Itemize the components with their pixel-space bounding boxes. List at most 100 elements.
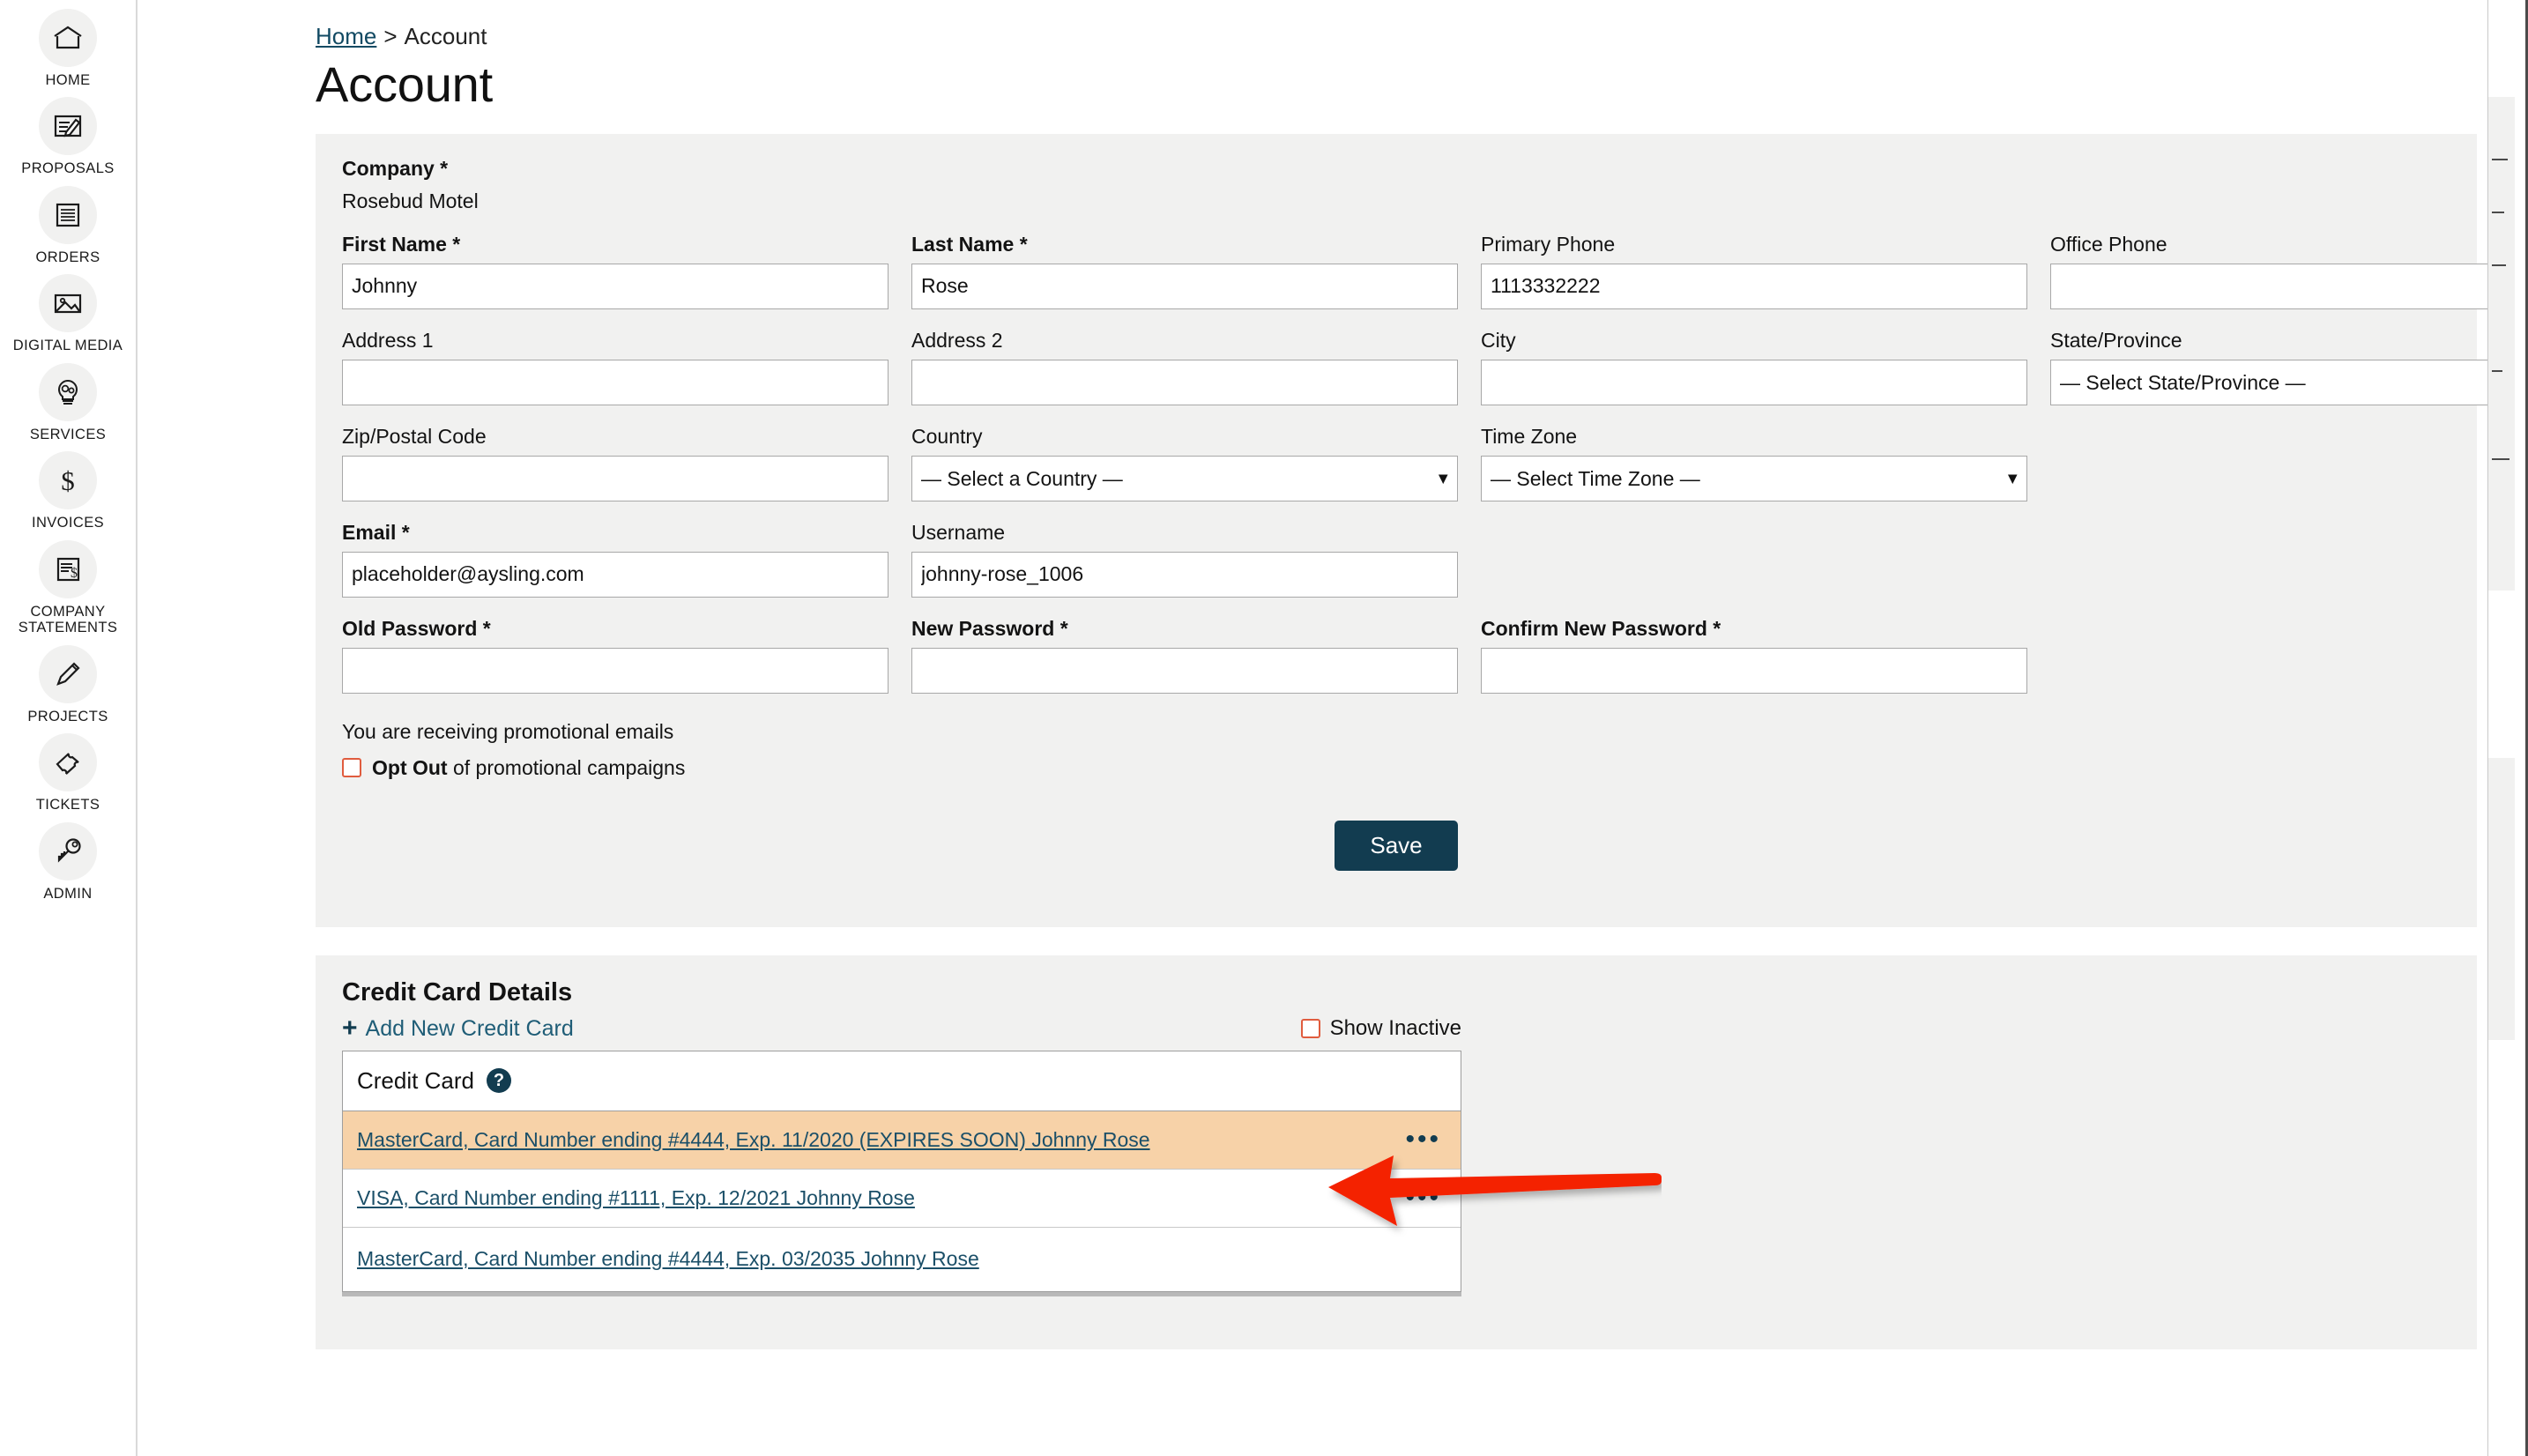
city-input[interactable] <box>1481 359 2027 405</box>
address2-label: Address 2 <box>911 328 1003 352</box>
show-inactive-toggle[interactable]: Show Inactive <box>1300 1016 1461 1041</box>
sidebar-item-label: PROJECTS <box>27 708 108 724</box>
save-row: Save <box>342 820 2450 871</box>
image-icon <box>39 274 97 333</box>
ellipsis-icon[interactable]: ••• <box>1405 1126 1441 1153</box>
form-row-name-phone: First Name * Last Name * Primary Phone O… <box>342 233 2528 309</box>
page-minimap-strip[interactable] <box>2487 0 2528 1456</box>
promo-status-text: You are receiving promotional emails <box>342 719 674 743</box>
table-row[interactable]: VISA, Card Number ending #1111, Exp. 12/… <box>343 1169 1461 1228</box>
minimap-line <box>2492 264 2506 266</box>
credit-card-section-title: Credit Card Details <box>342 977 573 1007</box>
zip-label: Zip/Postal Code <box>342 424 487 448</box>
sidebar-item-label: DIGITAL MEDIA <box>12 338 123 354</box>
minimap-line <box>2492 370 2502 372</box>
credit-card-details-panel: Credit Card Details + Add New Credit Car… <box>316 955 2477 1349</box>
minimap-block <box>2488 758 2515 1040</box>
sidebar-item-company-statements[interactable]: $ COMPANY STATEMENTS <box>0 539 137 636</box>
orders-icon <box>39 185 97 244</box>
opt-out-row[interactable]: Opt Out of promotional campaigns <box>342 756 2450 780</box>
new-password-input[interactable] <box>911 647 1458 694</box>
minimap-line <box>2492 212 2504 213</box>
ellipsis-icon[interactable]: ••• <box>1405 1185 1441 1211</box>
add-new-credit-card-label: Add New Credit Card <box>365 1015 574 1041</box>
company-value: Rosebud Motel <box>342 189 479 212</box>
primary-phone-input[interactable] <box>1481 263 2027 309</box>
promotional-emails-block: You are receiving promotional emails Opt… <box>342 720 2450 780</box>
credit-card-toolbar: + Add New Credit Card Show Inactive <box>342 1014 1461 1044</box>
sidebar-item-invoices[interactable]: $ INVOICES <box>0 451 137 531</box>
state-province-select[interactable]: — Select State/Province — <box>2050 359 2528 405</box>
address1-input[interactable] <box>342 359 889 405</box>
show-inactive-checkbox[interactable] <box>1300 1019 1320 1039</box>
first-name-input[interactable] <box>342 263 889 309</box>
field-address2: Address 2 <box>911 329 1458 405</box>
sidebar-item-label: HOME <box>45 72 91 88</box>
timezone-select[interactable]: — Select Time Zone — <box>1481 455 2027 501</box>
confirm-new-password-input[interactable] <box>1481 647 2027 694</box>
sidebar-item-label: ADMIN <box>43 885 93 902</box>
state-province-label: State/Province <box>2050 328 2182 352</box>
opt-out-rest-text: of promotional campaigns <box>447 755 686 779</box>
form-row-email-username: Email * Username <box>342 521 2450 598</box>
old-password-input[interactable] <box>342 647 889 694</box>
opt-out-label: Opt Out of promotional campaigns <box>372 756 685 780</box>
zip-input[interactable] <box>342 455 889 501</box>
sidebar-item-label: COMPANY STATEMENTS <box>18 603 118 636</box>
username-label: Username <box>911 520 1006 544</box>
timezone-label: Time Zone <box>1481 424 1578 448</box>
ticket-icon <box>39 733 97 792</box>
dollar-icon: $ <box>39 451 97 510</box>
credit-card-link[interactable]: MasterCard, Card Number ending #4444, Ex… <box>357 1128 1150 1152</box>
proposal-icon <box>39 97 97 156</box>
new-password-label: New Password * <box>911 616 1068 640</box>
username-input[interactable] <box>911 551 1458 598</box>
sidebar-item-home[interactable]: HOME <box>0 9 137 88</box>
table-row[interactable]: MasterCard, Card Number ending #4444, Ex… <box>343 1227 1461 1291</box>
field-address1: Address 1 <box>342 329 889 405</box>
question-mark-icon[interactable]: ? <box>486 1068 511 1094</box>
field-office-phone: Office Phone <box>2050 233 2528 309</box>
address2-input[interactable] <box>911 359 1458 405</box>
opt-out-checkbox[interactable] <box>342 758 361 778</box>
table-row[interactable]: MasterCard, Card Number ending #4444, Ex… <box>343 1111 1461 1170</box>
office-phone-label: Office Phone <box>2050 232 2167 256</box>
country-select[interactable]: — Select a Country — <box>911 455 1458 501</box>
breadcrumb-home-link[interactable]: Home <box>316 23 376 50</box>
credit-card-link[interactable]: VISA, Card Number ending #1111, Exp. 12/… <box>357 1186 915 1210</box>
office-phone-input[interactable] <box>2050 263 2528 309</box>
sidebar-item-services[interactable]: SERVICES <box>0 362 137 442</box>
sidebar-item-orders[interactable]: ORDERS <box>0 185 137 265</box>
field-new-password: New Password * <box>911 617 1458 694</box>
page-title: Account <box>316 56 493 112</box>
minimap-line <box>2492 458 2509 460</box>
sidebar-item-tickets[interactable]: TICKETS <box>0 733 137 813</box>
account-page: HOME PROPOSALS ORDERS DIGITAL MEDIA SERV <box>0 0 2528 1456</box>
sidebar-item-label: ORDERS <box>35 249 100 265</box>
sidebar-item-digital-media[interactable]: DIGITAL MEDIA <box>0 274 137 353</box>
svg-text:$: $ <box>61 465 75 496</box>
sidebar-item-projects[interactable]: PROJECTS <box>0 644 137 724</box>
credit-card-link[interactable]: MasterCard, Card Number ending #4444, Ex… <box>357 1247 979 1271</box>
email-label: Email * <box>342 520 410 544</box>
lightbulb-gear-icon <box>39 362 97 421</box>
field-city: City <box>1481 329 2027 405</box>
save-button[interactable]: Save <box>1335 820 1458 871</box>
field-username: Username <box>911 521 1458 598</box>
show-inactive-label: Show Inactive <box>1329 1016 1461 1041</box>
last-name-input[interactable] <box>911 263 1458 309</box>
field-confirm-new-password: Confirm New Password * <box>1481 617 2027 694</box>
plus-icon: + <box>342 1014 358 1044</box>
field-email: Email * <box>342 521 889 598</box>
sidebar-item-proposals[interactable]: PROPOSALS <box>0 97 137 176</box>
breadcrumb-separator: > <box>383 23 398 49</box>
field-last-name: Last Name * <box>911 233 1458 309</box>
minimap-line <box>2492 159 2508 160</box>
email-input[interactable] <box>342 551 889 598</box>
add-new-credit-card-button[interactable]: + Add New Credit Card <box>342 1014 574 1044</box>
sidebar-item-admin[interactable]: ADMIN <box>0 821 137 902</box>
pencil-icon <box>39 644 97 703</box>
form-row-zip-country-tz: Zip/Postal Code Country — Select a Count… <box>342 425 2450 501</box>
sidebar-item-label: TICKETS <box>35 797 100 813</box>
main-content: Home > Account Account Company * Rosebud… <box>139 0 2528 1456</box>
